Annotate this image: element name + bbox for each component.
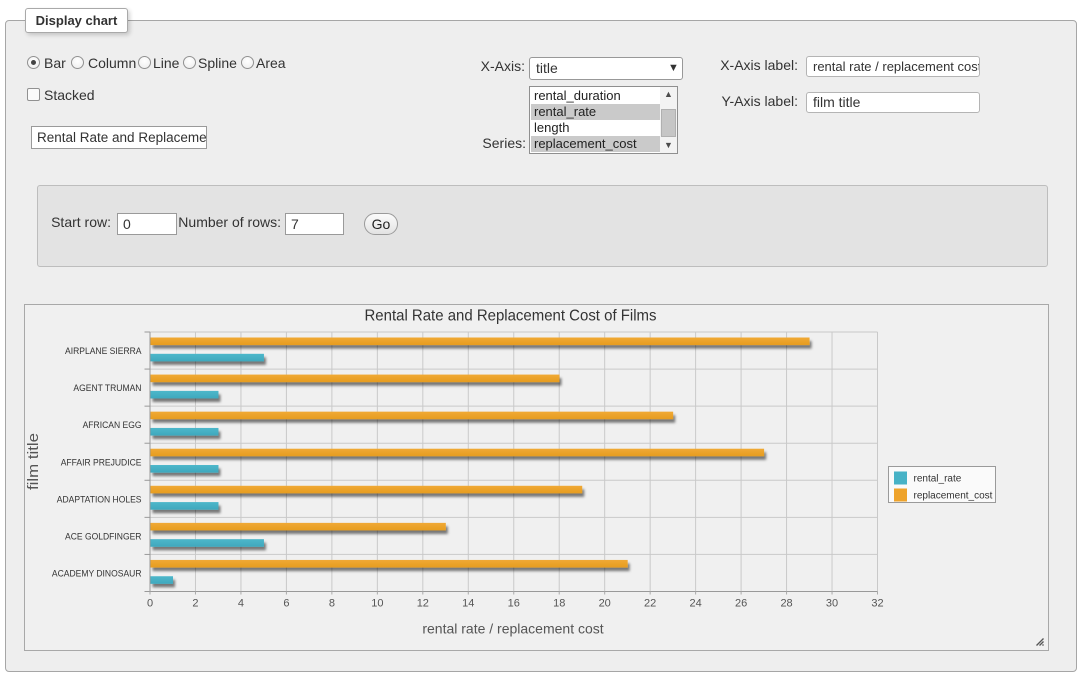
svg-text:24: 24	[690, 598, 702, 610]
svg-text:30: 30	[826, 598, 838, 610]
svg-text:Rental Rate and Replacement Co: Rental Rate and Replacement Cost of Film…	[365, 308, 657, 325]
svg-text:12: 12	[417, 598, 429, 610]
svg-text:10: 10	[371, 598, 383, 610]
svg-text:ADAPTATION HOLES: ADAPTATION HOLES	[57, 494, 142, 505]
svg-text:ACADEMY DINOSAUR: ACADEMY DINOSAUR	[52, 568, 142, 579]
svg-text:rental_rate: rental_rate	[914, 474, 962, 485]
svg-text:6: 6	[283, 598, 289, 610]
svg-text:28: 28	[780, 598, 792, 610]
svg-text:18: 18	[553, 598, 565, 610]
svg-text:22: 22	[644, 598, 656, 610]
svg-text:14: 14	[462, 598, 474, 610]
svg-text:20: 20	[599, 598, 611, 610]
svg-text:16: 16	[508, 598, 520, 610]
svg-text:AIRPLANE SIERRA: AIRPLANE SIERRA	[65, 346, 142, 357]
svg-text:2: 2	[192, 598, 198, 610]
svg-text:AFFAIR PREJUDICE: AFFAIR PREJUDICE	[61, 457, 142, 468]
svg-text:AFRICAN EGG: AFRICAN EGG	[83, 420, 142, 431]
svg-text:32: 32	[871, 598, 883, 610]
svg-text:26: 26	[735, 598, 747, 610]
svg-text:replacement_cost: replacement_cost	[914, 491, 993, 502]
svg-text:AGENT TRUMAN: AGENT TRUMAN	[73, 383, 141, 394]
svg-text:ACE GOLDFINGER: ACE GOLDFINGER	[65, 531, 142, 542]
svg-text:rental rate / replacement cost: rental rate / replacement cost	[422, 621, 603, 637]
svg-text:8: 8	[329, 598, 335, 610]
svg-text:0: 0	[147, 598, 153, 610]
svg-text:film title: film title	[25, 433, 42, 490]
svg-text:4: 4	[238, 598, 244, 610]
